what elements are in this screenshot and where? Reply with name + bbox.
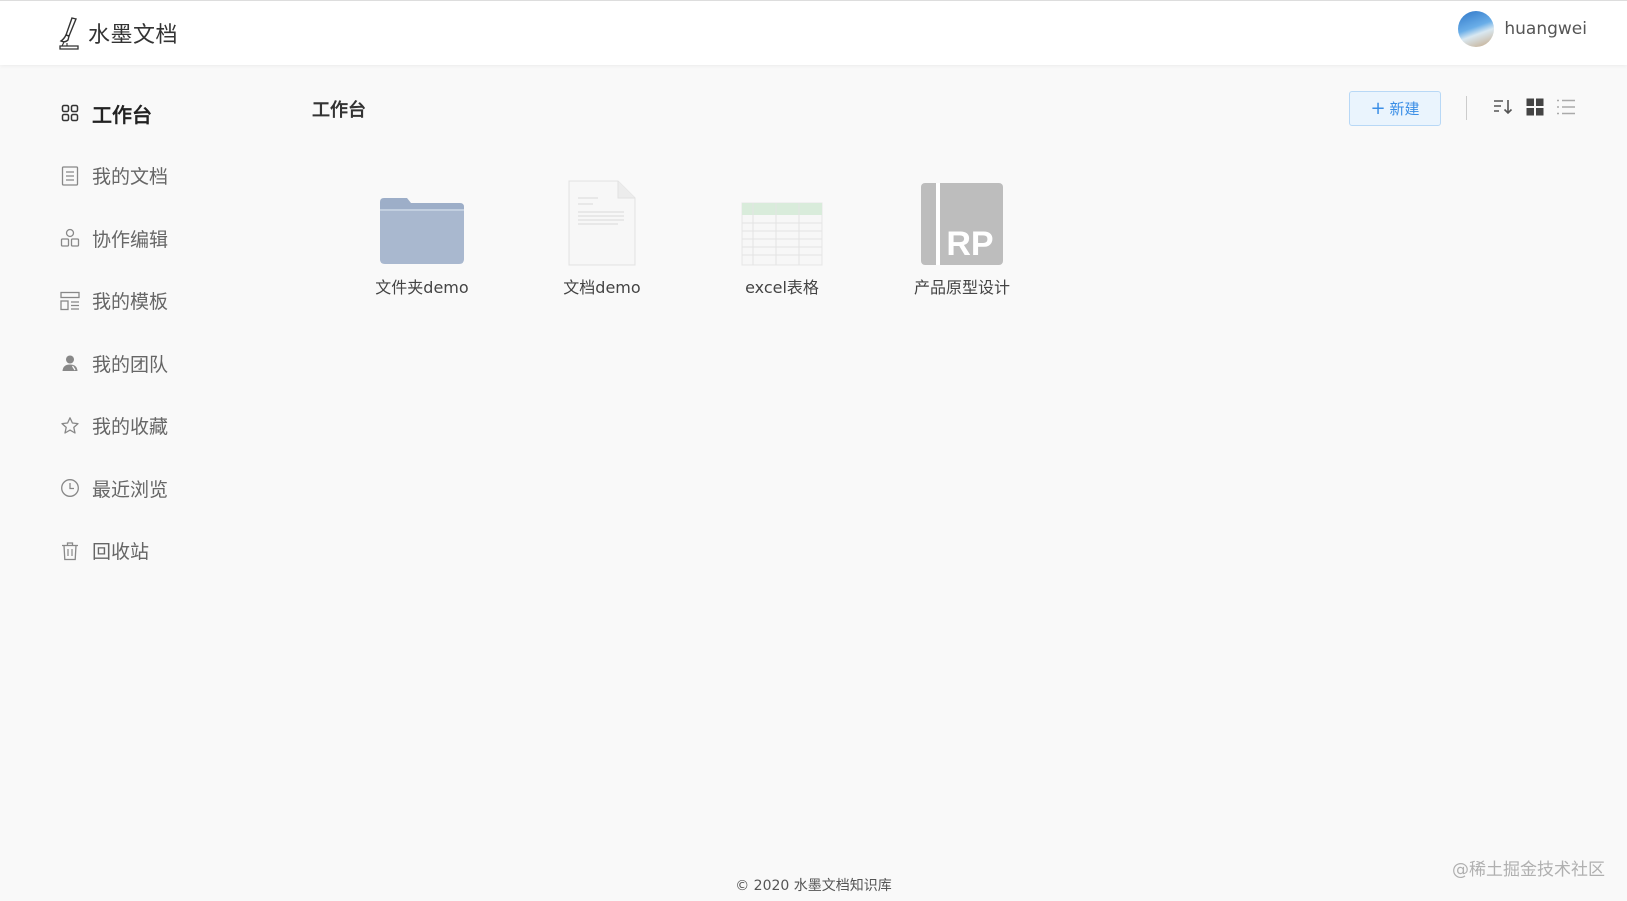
avatar[interactable] [1458, 11, 1495, 47]
new-button-label: 新建 [1389, 100, 1420, 118]
document-icon [568, 180, 636, 266]
top-header: 水墨文档 huangwei [0, 0, 1627, 65]
file-name: excel表格 [745, 278, 819, 297]
collaborate-icon [60, 228, 80, 248]
document-list-icon [60, 166, 80, 186]
spreadsheet-icon [741, 202, 823, 266]
new-button[interactable]: + 新建 [1349, 91, 1441, 126]
rp-prototype-icon: RP [921, 183, 1003, 265]
file-name: 文件夹demo [375, 278, 469, 297]
team-icon [60, 353, 80, 373]
sidebar-item-label: 最近浏览 [92, 478, 169, 501]
svg-text:RP: RP [946, 225, 993, 263]
sidebar-item-workbench[interactable]: 工作台 [60, 82, 260, 145]
star-icon [60, 416, 80, 436]
sidebar-item-trash[interactable]: 回收站 [60, 520, 260, 583]
sidebar-item-recent[interactable]: 最近浏览 [60, 457, 260, 520]
sidebar-item-label: 我的收藏 [92, 416, 169, 439]
sidebar-item-label: 我的团队 [92, 353, 169, 376]
sidebar-item-label: 协作编辑 [92, 228, 169, 251]
toolbar-divider [1466, 96, 1467, 120]
file-item-folder[interactable]: 文件夹demo [332, 174, 512, 298]
file-name: 文档demo [563, 278, 641, 297]
grid-view-icon[interactable] [1524, 96, 1546, 118]
sidebar-item-templates[interactable]: 我的模板 [60, 270, 260, 333]
sidebar-item-label: 我的模板 [92, 291, 169, 314]
sidebar-item-label: 工作台 [92, 102, 152, 127]
watermark: @稀土掘金技术社区 [1452, 860, 1605, 880]
sidebar-item-my-documents[interactable]: 我的文档 [60, 145, 260, 208]
sidebar-item-team[interactable]: 我的团队 [60, 332, 260, 395]
file-item-document[interactable]: 文档demo [512, 174, 692, 298]
clock-icon [60, 478, 80, 498]
file-item-spreadsheet[interactable]: excel表格 [692, 174, 872, 298]
grid-icon [60, 103, 80, 123]
file-name: 产品原型设计 [913, 278, 1010, 297]
file-item-prototype[interactable]: RP 产品原型设计 [872, 174, 1052, 298]
list-view-icon[interactable] [1555, 96, 1577, 118]
workbench-main: 工作台 + 新建 文件夹demo 文档demo excel表格 RP 产品原型设… [312, 82, 1582, 802]
app-logo[interactable]: 水墨文档 [58, 16, 178, 50]
user-name: huangwei [1504, 19, 1587, 39]
sidebar-item-favorites[interactable]: 我的收藏 [60, 395, 260, 458]
sidebar-item-label: 回收站 [92, 541, 150, 564]
page-title: 工作台 [312, 100, 366, 121]
ink-brush-icon [59, 17, 79, 50]
folder-icon [380, 198, 464, 264]
trash-icon [60, 541, 80, 561]
sort-icon[interactable] [1492, 96, 1514, 118]
app-title: 水墨文档 [88, 23, 179, 48]
sidebar-item-label: 我的文档 [92, 166, 169, 189]
footer-copyright: © 2020 水墨文档知识库 [735, 878, 892, 894]
file-grid: 文件夹demo 文档demo excel表格 RP 产品原型设计 [332, 174, 1052, 298]
template-icon [60, 291, 80, 311]
user-menu[interactable]: huangwei [1458, 11, 1587, 47]
plus-icon: + [1370, 97, 1386, 119]
sidebar-nav: 工作台 我的文档 协作编辑 我的模板 我的团队 我的收藏 最近浏览 回收站 [60, 82, 260, 582]
sidebar-item-collaborate[interactable]: 协作编辑 [60, 207, 260, 270]
